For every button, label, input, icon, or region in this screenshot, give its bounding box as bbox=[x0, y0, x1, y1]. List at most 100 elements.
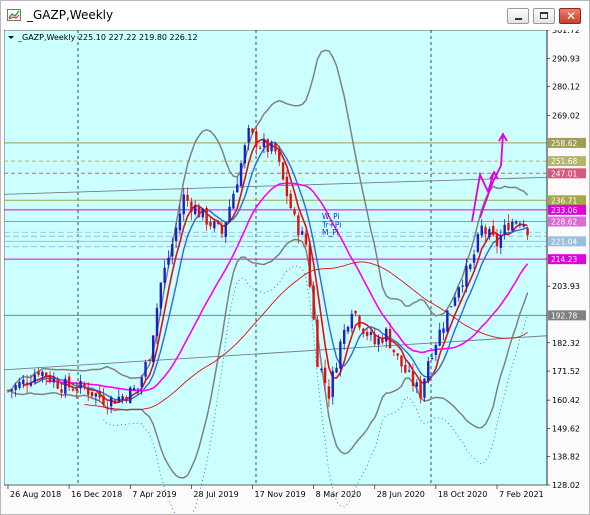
candle-body bbox=[377, 338, 380, 345]
price-axis: 301.72 290.93 280.12 269.02 258.62 251.68 247.… bbox=[546, 30, 586, 490]
candle-body bbox=[354, 310, 357, 314]
time-axis-label: 28 Jul 2019 bbox=[193, 490, 238, 499]
window-title: _GAZP,Weekly bbox=[27, 8, 114, 22]
candle-body bbox=[472, 254, 476, 263]
price-axis-label: 301.72 bbox=[552, 30, 580, 35]
price-axis-label: 258.62 bbox=[551, 139, 577, 148]
candle-body bbox=[129, 387, 132, 404]
candle-body bbox=[52, 378, 56, 383]
minimize-icon bbox=[515, 18, 522, 20]
info-line: _GAZP,Weekly 225.10 227.22 219.80 226.12 bbox=[8, 33, 198, 42]
price-axis-label: 236.71 bbox=[551, 196, 577, 205]
candle-body bbox=[369, 332, 373, 335]
candle-body bbox=[94, 393, 98, 397]
price-axis-label: 160.42 bbox=[552, 396, 580, 405]
candle-body bbox=[262, 139, 266, 148]
price-axis-label: 214.23 bbox=[551, 255, 577, 264]
candle-body bbox=[419, 380, 422, 399]
candle-body bbox=[67, 376, 71, 388]
close-button[interactable]: ✕ bbox=[559, 8, 581, 24]
candle-body bbox=[453, 297, 457, 306]
candle-body bbox=[41, 371, 44, 377]
maximize-icon bbox=[540, 12, 548, 19]
price-axis-label: 221.04 bbox=[551, 237, 577, 246]
time-axis-label: 18 Oct 2020 bbox=[438, 490, 487, 499]
price-axis-label: 251.68 bbox=[551, 157, 577, 166]
candle-body bbox=[461, 285, 464, 287]
candle-body bbox=[33, 374, 36, 383]
candle-body bbox=[121, 396, 124, 400]
candle-body bbox=[495, 233, 499, 247]
candle-body bbox=[392, 349, 396, 353]
chart-area[interactable]: W_Pi Tr+Pi M_Pi 301.72 290.93 280.12 269.02 25… bbox=[4, 30, 587, 513]
candle-body bbox=[300, 231, 304, 235]
candle-body bbox=[216, 220, 220, 224]
candle-body bbox=[297, 215, 300, 236]
price-chart[interactable]: W_PiTr+PiM_Pi 301.72 290.93 280.12 269.02 25… bbox=[4, 30, 587, 513]
candle-body bbox=[87, 387, 90, 395]
candle-body bbox=[236, 184, 239, 193]
time-axis-label: 8 Mar 2020 bbox=[316, 490, 362, 499]
candle-body bbox=[197, 206, 201, 218]
candle-body bbox=[434, 345, 438, 356]
candle-body bbox=[98, 390, 101, 398]
price-axis-label: 128.02 bbox=[552, 481, 580, 490]
candle-body bbox=[163, 267, 166, 283]
candle-body bbox=[312, 285, 315, 320]
info-line-text: _GAZP,Weekly 225.10 227.22 219.80 226.12 bbox=[17, 33, 198, 42]
candle-body bbox=[526, 227, 529, 236]
candle-body bbox=[224, 222, 227, 237]
candle-body bbox=[270, 143, 273, 152]
candle-body bbox=[18, 381, 21, 388]
candle-body bbox=[201, 208, 205, 218]
candle-body bbox=[266, 139, 269, 152]
candle-body bbox=[247, 127, 250, 143]
candle-body bbox=[228, 206, 231, 223]
candle-body bbox=[484, 227, 487, 235]
candle-body bbox=[411, 371, 415, 387]
candle-body bbox=[518, 223, 522, 225]
maximize-button[interactable] bbox=[533, 8, 555, 24]
candle-body bbox=[385, 328, 388, 342]
candle-body bbox=[274, 142, 277, 152]
minimize-button[interactable] bbox=[507, 8, 529, 24]
candle-body bbox=[381, 338, 384, 343]
candle-body bbox=[83, 384, 86, 388]
candle-body bbox=[308, 244, 312, 287]
candle-body bbox=[362, 328, 365, 334]
candle-body bbox=[511, 221, 514, 231]
candle-body bbox=[365, 331, 369, 337]
candle-body bbox=[174, 227, 178, 241]
candle-body bbox=[193, 206, 197, 215]
price-axis-label: 228.62 bbox=[551, 217, 577, 226]
candle-body bbox=[293, 209, 296, 215]
candle-body bbox=[488, 229, 491, 238]
candle-body bbox=[304, 233, 308, 245]
time-axis-label: 7 Feb 2021 bbox=[499, 490, 544, 499]
candle-body bbox=[209, 221, 212, 227]
candle-body bbox=[278, 149, 281, 162]
price-axis-label: 203.93 bbox=[552, 282, 580, 291]
candle-body bbox=[64, 378, 67, 394]
candle-body bbox=[79, 380, 82, 389]
close-icon: ✕ bbox=[566, 9, 577, 23]
candle-body bbox=[140, 377, 143, 387]
candle-body bbox=[316, 319, 319, 368]
candle-body bbox=[60, 389, 63, 393]
candle-body bbox=[331, 371, 334, 397]
candle-body bbox=[182, 194, 185, 215]
price-axis-label: 182.32 bbox=[552, 339, 580, 348]
candle-body bbox=[407, 370, 411, 372]
candle-body bbox=[45, 372, 48, 378]
candle-body bbox=[10, 389, 14, 391]
candle-body bbox=[327, 386, 331, 399]
candle-body bbox=[449, 306, 453, 308]
title-bar[interactable]: _GAZP,Weekly ✕ bbox=[1, 1, 589, 31]
candle-body bbox=[507, 222, 510, 231]
candle-body bbox=[400, 355, 403, 367]
candle-body bbox=[415, 382, 418, 387]
candle-body bbox=[190, 201, 193, 212]
candle-body bbox=[243, 145, 247, 164]
candle-body bbox=[438, 329, 441, 346]
chart-window: _GAZP,Weekly ✕ W_Pi Tr+Pi M_Pi 301.72 290.9… bbox=[0, 0, 590, 515]
